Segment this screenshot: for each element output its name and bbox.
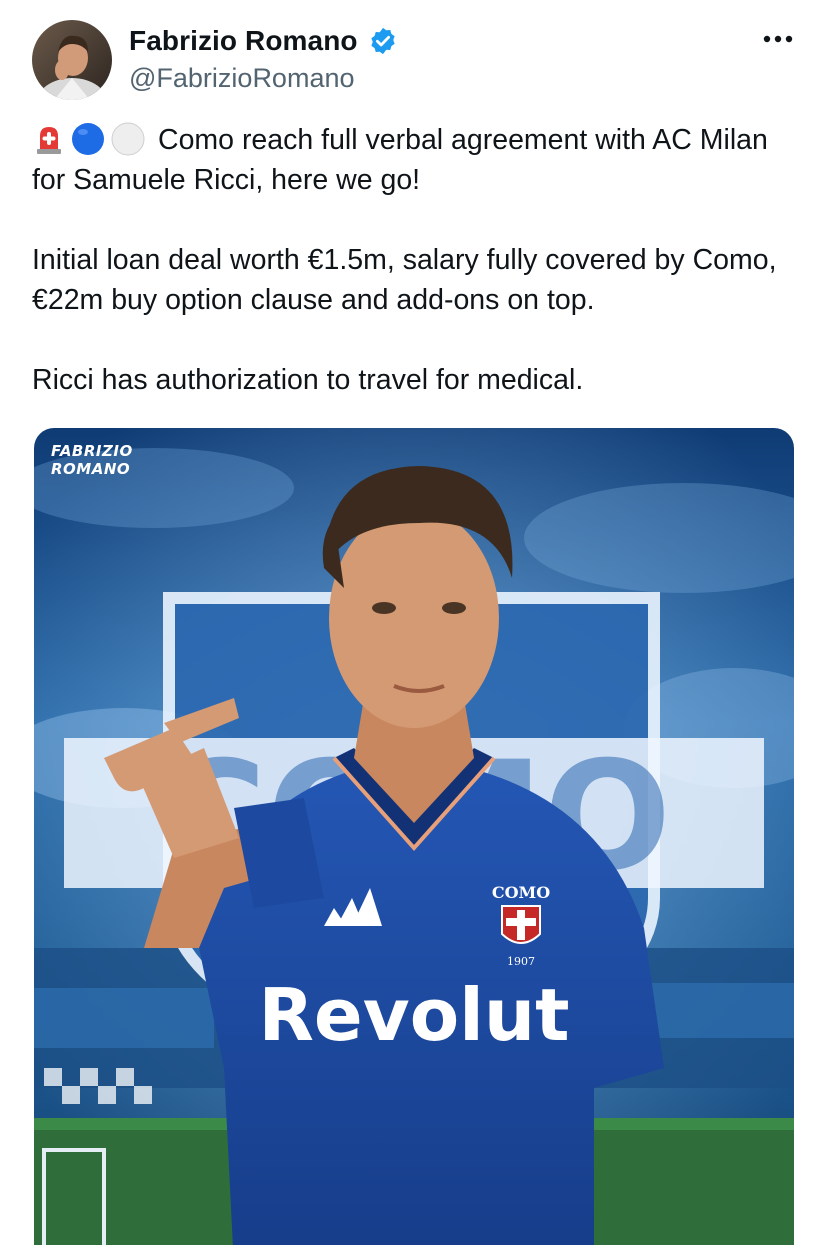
tweet-paragraph-1: Como reach full verbal agreement with AC… bbox=[32, 120, 792, 200]
rotating-light-icon bbox=[32, 122, 70, 156]
watermark-line-1: FABRIZIO bbox=[51, 442, 133, 460]
white-circle-icon bbox=[110, 121, 150, 157]
tweet-media-image[interactable]: COMO 1907 Revolut FABRIZIO ROMANO bbox=[34, 428, 794, 1245]
shirt-crest-label: COMO bbox=[492, 883, 550, 902]
author-handle[interactable]: @FabrizioRomano bbox=[129, 63, 398, 94]
display-name[interactable]: Fabrizio Romano bbox=[129, 25, 358, 57]
blue-circle-icon bbox=[70, 121, 110, 157]
more-options-icon[interactable] bbox=[758, 24, 798, 54]
watermark: FABRIZIO ROMANO bbox=[51, 442, 133, 478]
tweet-header: Fabrizio Romano @FabrizioRomano bbox=[32, 20, 798, 100]
tweet-text: Como reach full verbal agreement with AC… bbox=[32, 120, 792, 400]
avatar[interactable] bbox=[32, 20, 112, 100]
display-name-row: Fabrizio Romano bbox=[129, 22, 398, 60]
watermark-line-2: ROMANO bbox=[51, 460, 131, 478]
shirt-crest-year: 1907 bbox=[507, 955, 535, 968]
verified-badge-icon bbox=[368, 26, 398, 56]
tweet-card: Fabrizio Romano @FabrizioRomano Como rea… bbox=[0, 0, 828, 1245]
tweet-paragraph-2: Initial loan deal worth €1.5m, salary fu… bbox=[32, 244, 777, 316]
emoji-group bbox=[32, 121, 150, 157]
tweet-paragraph-3: Ricci has authorization to travel for me… bbox=[32, 364, 584, 396]
author-info: Fabrizio Romano @FabrizioRomano bbox=[129, 22, 398, 94]
sponsor-logo-text: Revolut bbox=[258, 973, 569, 1057]
